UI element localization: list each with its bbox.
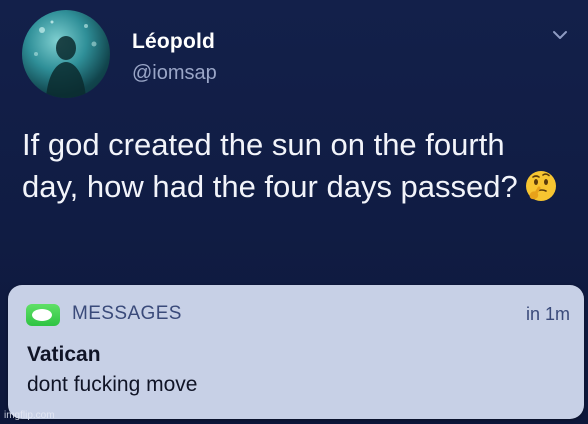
user-handle[interactable]: @iomsap: [132, 62, 217, 85]
notification-body: dont fucking move: [27, 373, 198, 396]
watermark: imgflip.com: [4, 410, 55, 421]
message-notification[interactable]: MESSAGES in 1m Vatican dont fucking move: [8, 285, 584, 419]
tweet-body: If god created the sun on the fourth day…: [22, 127, 518, 204]
avatar[interactable]: [22, 10, 110, 98]
chevron-down-icon[interactable]: [552, 27, 568, 43]
messages-app-icon: [26, 304, 60, 326]
tweet-text: If god created the sun on the fourth day…: [22, 124, 568, 208]
display-name[interactable]: Léopold: [132, 30, 215, 54]
notification-app-name: MESSAGES: [72, 303, 182, 324]
thinking-face-icon: [524, 169, 558, 203]
tweet-screen: Léopold @iomsap If god created the sun o…: [0, 0, 588, 424]
notification-sender: Vatican: [27, 343, 101, 366]
notification-timestamp: in 1m: [525, 304, 570, 324]
